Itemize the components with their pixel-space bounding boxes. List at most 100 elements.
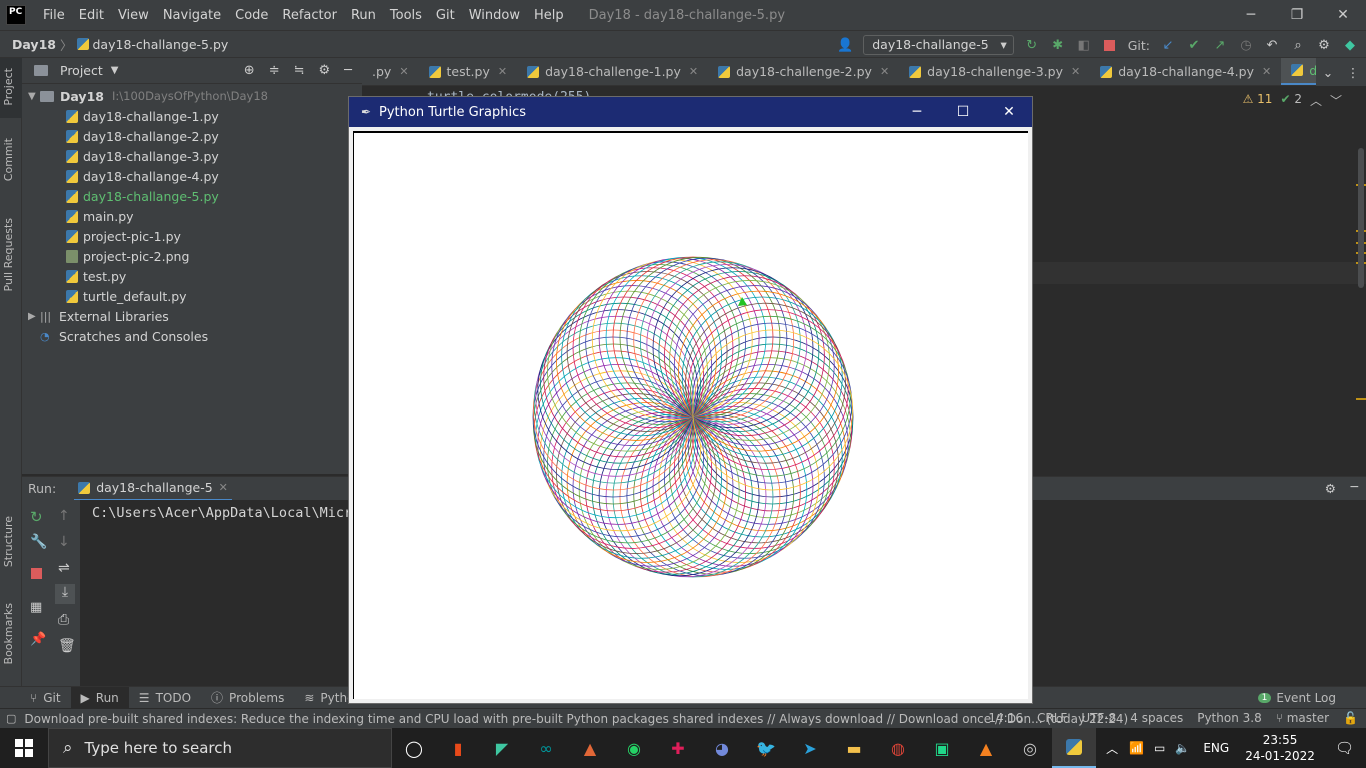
status-interpreter[interactable]: Python 3.8: [1197, 711, 1262, 725]
git-commit-icon[interactable]: ✔: [1186, 37, 1202, 53]
menu-item-edit[interactable]: Edit: [72, 8, 111, 23]
close-icon[interactable]: ✕: [1262, 65, 1271, 78]
print-icon[interactable]: ⎙: [58, 612, 69, 628]
tree-file[interactable]: day18-challange-3.py: [22, 146, 362, 166]
collapse-all-icon[interactable]: ≒: [294, 63, 305, 78]
gear-icon[interactable]: ⚙: [319, 63, 331, 78]
stop-icon[interactable]: [31, 568, 42, 579]
soft-wrap-icon[interactable]: ⇌: [58, 560, 70, 576]
stripe-tab-project[interactable]: Project: [2, 68, 15, 106]
more-vertical-icon[interactable]: ⋮: [1347, 65, 1360, 80]
arrow-up-icon[interactable]: ↑: [58, 508, 70, 524]
locate-icon[interactable]: ⊕: [244, 63, 255, 78]
chevron-down-icon[interactable]: ﹀: [1330, 92, 1342, 109]
tree-file[interactable]: project-pic-1.py: [22, 226, 362, 246]
telegram-icon[interactable]: ➤: [788, 728, 832, 768]
menu-item-view[interactable]: View: [111, 8, 156, 23]
battery-icon[interactable]: ▭: [1149, 741, 1170, 755]
rerun-icon[interactable]: ↻: [30, 508, 43, 526]
tree-external-libraries[interactable]: ▶ ||| External Libraries: [22, 306, 362, 326]
close-icon[interactable]: ✕: [880, 65, 889, 78]
editor-tab[interactable]: .py ✕: [362, 58, 419, 85]
editor-tab[interactable]: day18-challange-4.py ✕: [1090, 58, 1281, 85]
editor-tab[interactable]: test.py ✕: [419, 58, 518, 85]
close-icon[interactable]: ✕: [1071, 65, 1080, 78]
windows-start-icon[interactable]: [0, 728, 48, 768]
run-config-select[interactable]: day18-challange-5: [863, 35, 1014, 55]
media-player-icon[interactable]: ◎: [1008, 728, 1052, 768]
menu-item-window[interactable]: Window: [462, 8, 527, 23]
editor-tab[interactable]: day18-challenge-2.py ✕: [708, 58, 899, 85]
slack-icon[interactable]: ✚: [656, 728, 700, 768]
plugin-icon[interactable]: ◆: [1342, 37, 1358, 53]
turtle-canvas[interactable]: [353, 131, 1028, 699]
clock[interactable]: 23:55 24-01-2022: [1237, 732, 1323, 764]
gear-icon[interactable]: ⚙: [1316, 37, 1332, 53]
chevron-up-icon[interactable]: ︿: [1100, 740, 1124, 757]
close-icon[interactable]: ✕: [986, 97, 1032, 127]
hide-icon[interactable]: ─: [1350, 479, 1358, 494]
chevron-down-icon[interactable]: ⌄: [1323, 65, 1333, 80]
vlc-icon[interactable]: ▲: [964, 728, 1008, 768]
stop-icon[interactable]: [1102, 37, 1118, 53]
tool-todo[interactable]: ☰ TODO: [129, 687, 201, 709]
tree-root[interactable]: ▼ Day18 I:\100DaysOfPython\Day18: [22, 86, 362, 106]
menu-item-refactor[interactable]: Refactor: [275, 8, 344, 23]
maximize-icon[interactable]: ☐: [940, 97, 986, 127]
menu-item-code[interactable]: Code: [228, 8, 275, 23]
notification-icon[interactable]: 🗨: [1323, 739, 1366, 757]
run-tab[interactable]: day18-challange-5 ✕: [74, 477, 232, 501]
close-icon[interactable]: ✕: [1320, 0, 1366, 30]
coverage-icon[interactable]: ◧: [1076, 37, 1092, 53]
breadcrumb-file[interactable]: day18-challange-5.py: [93, 37, 229, 52]
lock-icon[interactable]: 🔓: [1343, 711, 1358, 725]
stripe-tab-structure[interactable]: Structure: [2, 516, 15, 567]
search-icon[interactable]: ⌕: [1290, 37, 1306, 53]
status-line-separator[interactable]: CRLF: [1037, 711, 1067, 725]
chevron-down-icon[interactable]: ▼: [111, 65, 119, 76]
menu-item-navigate[interactable]: Navigate: [156, 8, 228, 23]
turtle-window-titlebar[interactable]: ✒ Python Turtle Graphics ─ ☐ ✕: [349, 97, 1032, 127]
rerun-icon[interactable]: ↻: [1024, 37, 1040, 53]
status-indent[interactable]: 4 spaces: [1130, 711, 1183, 725]
tree-file[interactable]: test.py: [22, 266, 362, 286]
user-icon[interactable]: 👤: [837, 37, 853, 53]
hide-icon[interactable]: ─: [344, 63, 352, 78]
tree-file[interactable]: day18-challange-4.py: [22, 166, 362, 186]
check-icon[interactable]: ✔ 2: [1280, 92, 1302, 109]
minimize-icon[interactable]: ─: [1228, 0, 1274, 30]
scroll-to-end-icon[interactable]: ⤓: [55, 584, 75, 604]
tool-run[interactable]: ▶ Run: [70, 686, 129, 709]
minimize-icon[interactable]: ─: [894, 97, 940, 127]
matlab-icon[interactable]: ▲: [568, 728, 612, 768]
close-icon[interactable]: ✕: [498, 65, 507, 78]
editor-tab[interactable]: day18-challenge-3.py ✕: [899, 58, 1090, 85]
git-push-icon[interactable]: ↗: [1212, 37, 1228, 53]
whatsapp-icon[interactable]: ◉: [612, 728, 656, 768]
tree-file[interactable]: day18-challange-5.py: [22, 186, 362, 206]
warning-icon[interactable]: ⚠ 11: [1243, 92, 1273, 109]
menu-item-git[interactable]: Git: [429, 8, 462, 23]
tree-file[interactable]: day18-challange-2.py: [22, 126, 362, 146]
menu-item-run[interactable]: Run: [344, 8, 383, 23]
editor-tab[interactable]: day18-challenge-1.py ✕: [517, 58, 708, 85]
editor-scrollbar[interactable]: [1358, 148, 1364, 288]
close-icon[interactable]: ✕: [689, 65, 698, 78]
status-message[interactable]: Download pre-built shared indexes: Reduc…: [24, 712, 1128, 726]
volume-icon[interactable]: 🔈: [1170, 741, 1195, 755]
twitter-icon[interactable]: 🐦: [744, 728, 788, 768]
tree-scratches[interactable]: ◔ Scratches and Consoles: [22, 326, 362, 346]
tool-problems[interactable]: ⓘ Problems: [201, 687, 294, 709]
arrow-down-icon[interactable]: ↓: [58, 534, 70, 550]
arduino-icon[interactable]: ∞: [524, 728, 568, 768]
file-explorer-icon[interactable]: ▬: [832, 728, 876, 768]
stripe-tab-commit[interactable]: Commit: [2, 138, 15, 181]
project-panel-title[interactable]: Project: [60, 63, 103, 78]
stripe-tab-bookmarks[interactable]: Bookmarks: [2, 603, 15, 664]
tool-git[interactable]: ⑂ Git: [20, 687, 71, 709]
menu-item-tools[interactable]: Tools: [383, 8, 429, 23]
sublime-icon[interactable]: ◤: [480, 728, 524, 768]
menu-item-help[interactable]: Help: [527, 8, 571, 23]
chevron-up-icon[interactable]: ︿: [1310, 92, 1322, 109]
menu-item-file[interactable]: File: [36, 8, 72, 23]
